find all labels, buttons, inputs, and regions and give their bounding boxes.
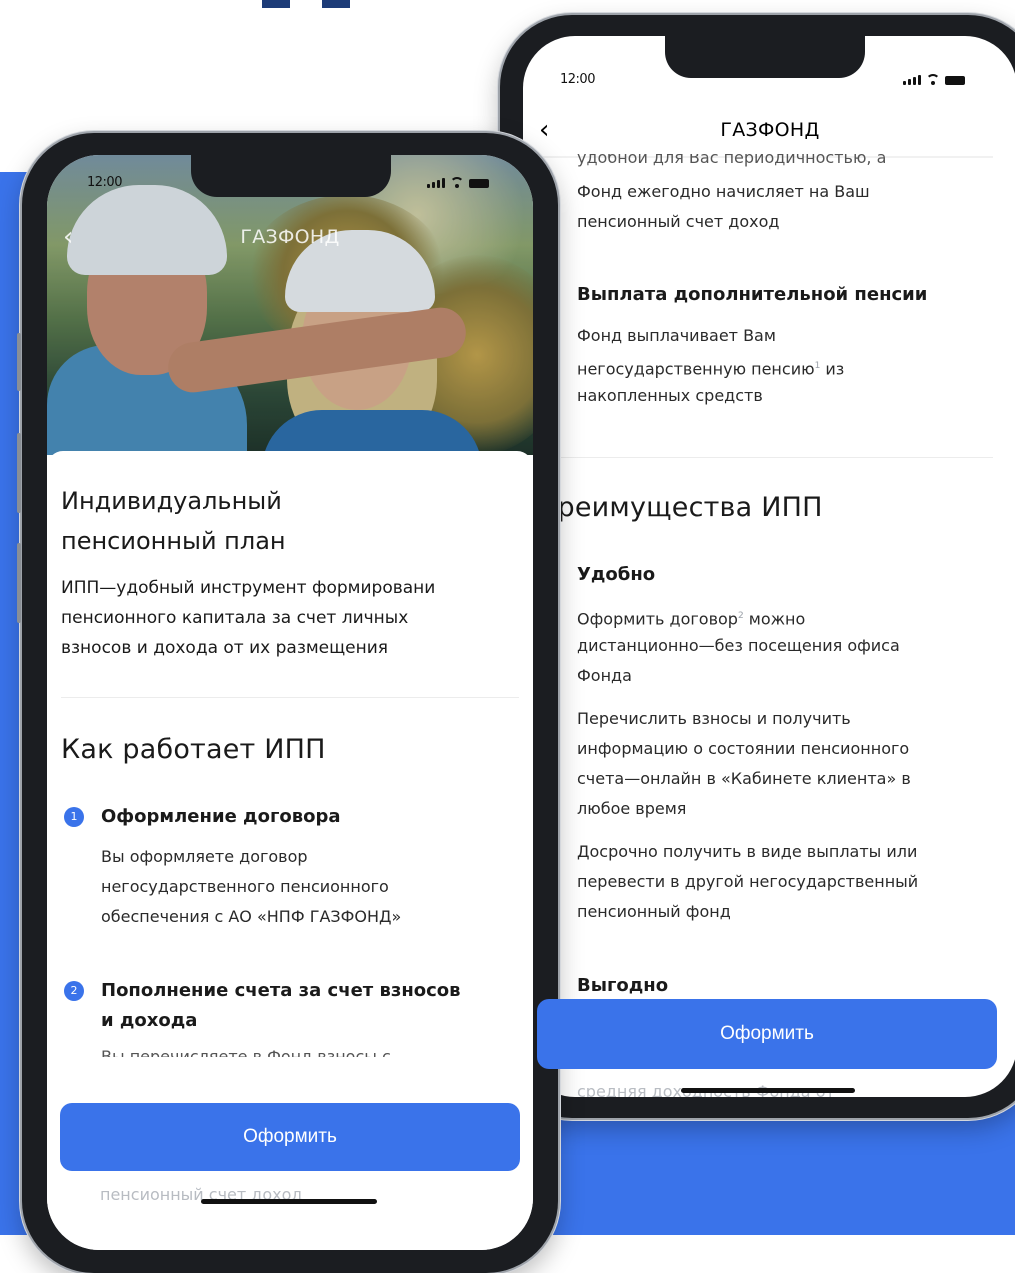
benefit-text: любое время [577, 799, 687, 818]
phone-front-screen: 12:00 ‹ ГАЗФОНД Индивидуальный пенсионны… [47, 155, 533, 1250]
plan-title: Индивидуальный [61, 487, 282, 515]
phone-back-screen: 12:00 ‹ ГАЗФОНД удобной для Вас периодич… [523, 36, 1015, 1097]
step3-desc-line: негосударственную пенсию1 из [577, 359, 845, 379]
step1-title: Оформление договора [101, 806, 341, 827]
home-indicator[interactable] [201, 1199, 377, 1204]
status-time: 12:00 [87, 175, 122, 190]
benefit-text: дистанционно—без посещения офиса [577, 636, 900, 655]
intro-text: ИПП—удобный инструмент формировани [61, 578, 436, 598]
battery-icon [469, 179, 489, 188]
step2-desc-line: пенсионный счет доход [577, 212, 780, 231]
step-number-1: 1 [64, 807, 84, 827]
status-icons [427, 177, 489, 188]
notch [191, 155, 391, 197]
step2-title: Пополнение счета за счет взносов [101, 980, 461, 1001]
section-divider [537, 457, 993, 458]
benefit-text: Фонда [577, 666, 632, 685]
benefit-text: Перечислить взносы и получить [577, 709, 851, 728]
benefit-text: Досрочно получить в виде выплаты или [577, 842, 918, 861]
nav-title: ГАЗФОНД [720, 119, 820, 141]
step1-desc-line: негосударственного пенсионного [101, 877, 389, 896]
step2-desc-line: Фонд ежегодно начисляет на Ваш [577, 182, 870, 201]
nav-title: ГАЗФОНД [240, 226, 340, 248]
plan-title: пенсионный план [61, 527, 286, 555]
nav-bar: ‹ ГАЗФОНД [523, 110, 1015, 150]
status-icons [903, 74, 965, 85]
chevron-left-icon[interactable]: ‹ [539, 117, 549, 143]
intro-text: взносов и дохода от их размещения [61, 638, 389, 658]
benefit-text: пенсионный фонд [577, 902, 731, 921]
step3-title: Выплата дополнительной пенсии [577, 284, 928, 305]
home-indicator[interactable] [681, 1088, 855, 1093]
chevron-left-icon[interactable]: ‹ [63, 224, 73, 250]
notch [665, 36, 865, 78]
battery-icon [945, 76, 965, 85]
phone-back: 12:00 ‹ ГАЗФОНД удобной для Вас периодич… [495, 15, 1015, 1118]
hero-photo-seniors-cycling [47, 155, 533, 455]
wifi-icon [450, 177, 464, 188]
benefit-text: счета—онлайн в «Кабинете клиента» в [577, 769, 911, 788]
signal-icon [427, 178, 445, 188]
submit-button[interactable]: Оформить [60, 1103, 520, 1171]
benefits-title: Преимущества ИПП [537, 492, 823, 523]
signal-icon [903, 75, 921, 85]
benefit-text: перевести в другой негосударственный [577, 872, 919, 891]
step-number-2: 2 [64, 981, 84, 1001]
benefit-title: Удобно [577, 564, 656, 585]
nav-bar: ‹ ГАЗФОНД [47, 217, 533, 257]
logo-fragment [262, 0, 290, 8]
benefit-text: информацию о состоянии пенсионного [577, 739, 910, 758]
phone-front: 12:00 ‹ ГАЗФОНД Индивидуальный пенсионны… [17, 133, 558, 1273]
step2-desc-cut: удобной для Вас периодичностью, а [577, 154, 887, 167]
step3-desc-line: накопленных средств [577, 386, 763, 405]
benefit-title: Выгодно [577, 975, 669, 996]
wifi-icon [926, 74, 940, 85]
status-time: 12:00 [560, 72, 595, 87]
section-title: Как работает ИПП [61, 734, 326, 765]
step1-desc-line: обеспечения с АО «НПФ ГАЗФОНД» [101, 907, 402, 926]
step2-desc-cut: Вы перечисляете в Фонд взносы с [101, 1047, 391, 1057]
step1-desc-line: Вы оформляете договор [101, 847, 308, 866]
benefit-text: Оформить договор2 можно [577, 609, 806, 629]
step3-desc-line: Фонд выплачивает Вам [577, 326, 776, 345]
intro-text: пенсионного капитала за счет личных [61, 608, 409, 628]
logo-fragment [322, 0, 350, 8]
section-divider [61, 697, 519, 698]
step2-title: и дохода [101, 1010, 198, 1031]
submit-button[interactable]: Оформить [537, 999, 997, 1069]
